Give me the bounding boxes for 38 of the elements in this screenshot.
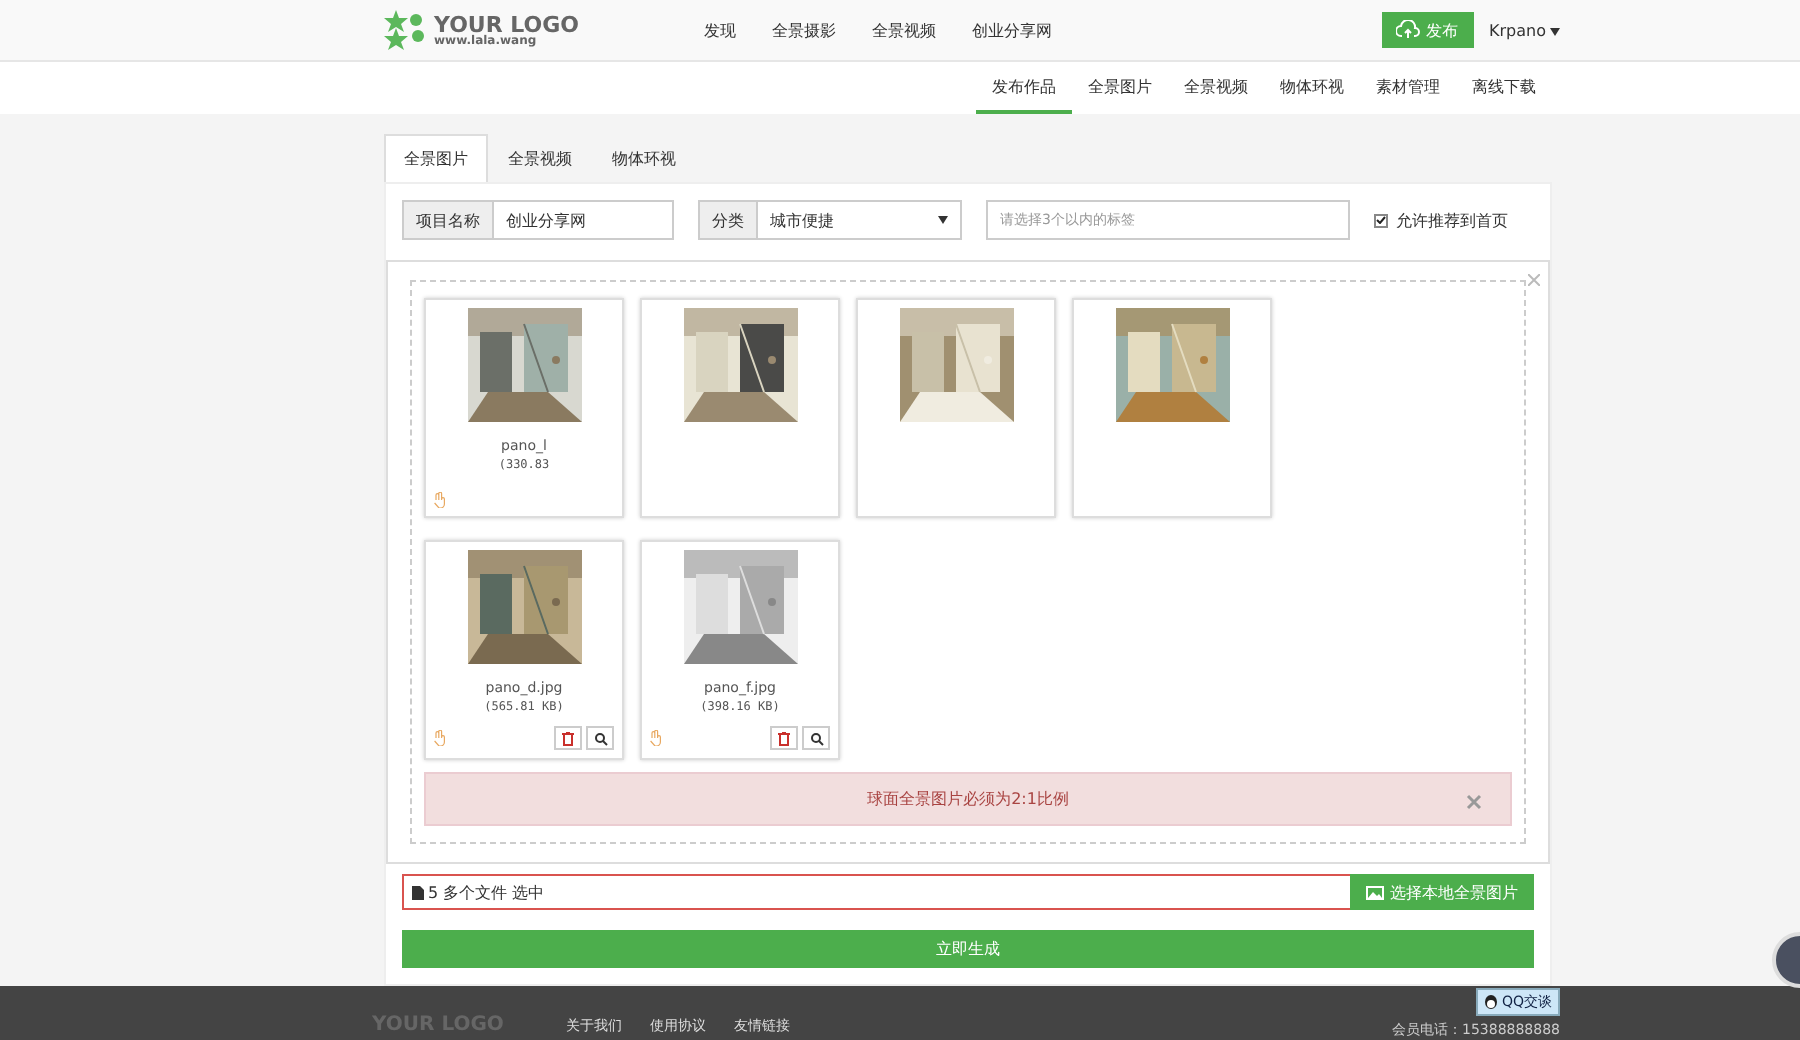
logo-title: YOUR LOGO (434, 13, 580, 35)
subnav-tab[interactable]: 离线下载 (1456, 62, 1552, 114)
delete-button[interactable] (554, 726, 582, 750)
recommend-checkbox[interactable] (1374, 213, 1388, 227)
cloud-upload-icon (1396, 20, 1421, 40)
magnifier-icon (809, 731, 823, 745)
nav-link[interactable]: 全景摄影 (772, 19, 836, 41)
caret-icon (938, 216, 948, 224)
subnav-tab[interactable]: 素材管理 (1360, 62, 1456, 114)
file-input[interactable]: 5 多个文件 选中 (402, 874, 1350, 910)
category-select[interactable]: 城市便捷 (758, 200, 962, 240)
field-label: 分类 (698, 200, 758, 240)
subnav-tab[interactable]: 全景图片 (1072, 62, 1168, 114)
project-name-field[interactable]: 创业分享网 (494, 200, 674, 240)
file-icon (412, 885, 424, 899)
subnav-tab[interactable]: 发布作品 (976, 62, 1072, 114)
zoom-button[interactable] (802, 726, 830, 750)
delete-button[interactable] (770, 726, 798, 750)
tab[interactable]: 全景视频 (488, 134, 592, 182)
field-label: 项目名称 (402, 200, 494, 240)
zoom-button[interactable] (586, 726, 614, 750)
user-menu[interactable]: Krpano (1489, 21, 1560, 39)
nav-link[interactable]: 发现 (704, 19, 736, 41)
magnifier-icon (593, 731, 607, 745)
tab[interactable]: 全景图片 (384, 134, 488, 182)
tab[interactable]: 物体环视 (592, 134, 696, 182)
checkbox-label: 允许推荐到首页 (1396, 209, 1508, 231)
trash-icon (562, 731, 574, 745)
subnav-tab[interactable]: 全景视频 (1168, 62, 1264, 114)
trash-icon (778, 731, 790, 745)
stars-logo-icon (384, 10, 428, 50)
penguin-icon (1483, 993, 1498, 1009)
subnav-tab[interactable]: 物体环视 (1264, 62, 1360, 114)
nav-link[interactable]: 全景视频 (872, 19, 936, 41)
caret-icon (1550, 27, 1560, 35)
nav-link[interactable]: 创业分享网 (972, 19, 1052, 41)
alert-text: 球面全景图片必须为2:1比例 (867, 788, 1069, 810)
image-icon (1366, 885, 1384, 899)
